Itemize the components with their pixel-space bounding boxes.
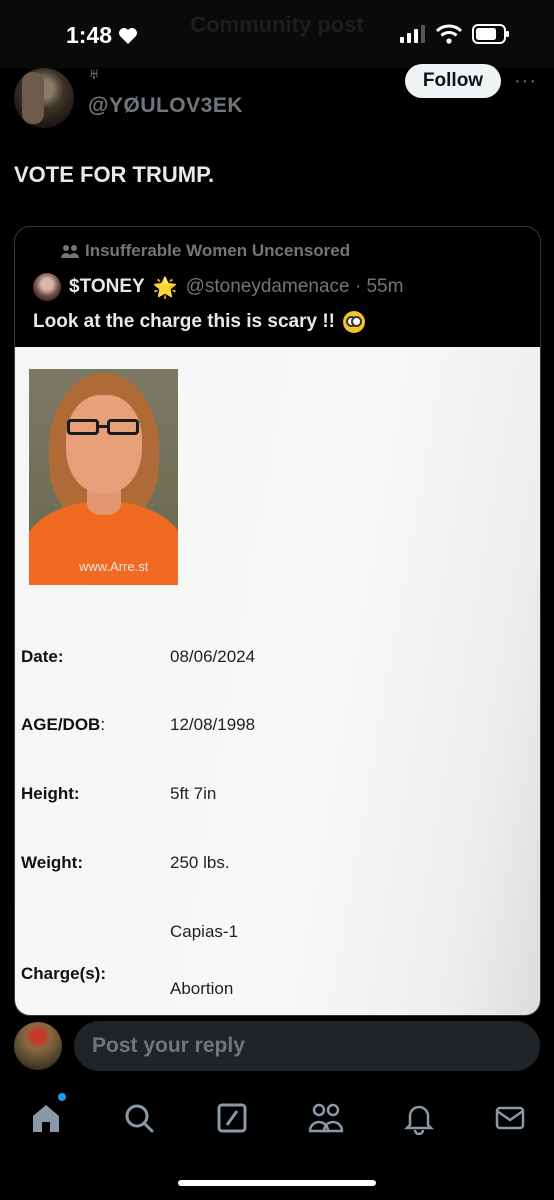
height-label: Height: <box>21 784 80 803</box>
date-label: Date: <box>21 647 64 666</box>
height-value: 5ft 7in <box>170 784 217 803</box>
status-bar: Community post 1:48 <box>0 0 554 68</box>
quoted-author[interactable]: $TONEY 🌟 @stoneydamenace · 55m <box>33 273 403 301</box>
weight-label: Weight: <box>21 853 84 872</box>
grok-icon[interactable] <box>212 1098 252 1138</box>
clock: 1:48 <box>66 22 138 49</box>
community-label[interactable]: Insufferable Women Uncensored <box>61 241 350 261</box>
battery-icon <box>472 24 509 44</box>
quoted-image[interactable]: www.Arre.st Date: 08/06/2024 AGE/DOB: 12… <box>15 347 540 1015</box>
date-value: 08/06/2024 <box>170 647 256 666</box>
reply-input[interactable]: Post your reply <box>74 1021 540 1071</box>
status-icons <box>400 24 510 44</box>
notifications-icon[interactable] <box>399 1098 439 1138</box>
post-text: VOTE FOR TRUMP. <box>14 162 215 187</box>
clock-time: 1:48 <box>66 22 113 48</box>
age-dob-value: 12/08/1998 <box>170 715 256 734</box>
charge-value-1: Capias-1 <box>170 922 239 941</box>
star-icon: 🌟 <box>152 276 178 299</box>
user-avatar[interactable] <box>14 1022 62 1070</box>
search-icon[interactable] <box>119 1098 159 1138</box>
author-avatar[interactable] <box>14 68 74 128</box>
mugshot-photo: www.Arre.st <box>29 369 178 585</box>
charges-label: Charge(s): <box>21 964 107 983</box>
home-icon[interactable] <box>26 1098 66 1138</box>
wifi-icon <box>436 24 462 44</box>
bottom-nav <box>0 1088 554 1148</box>
age-dob-label: AGE/DOB: <box>21 715 106 734</box>
community-name: Insufferable Women Uncensored <box>85 241 351 260</box>
author-handle[interactable]: @YØULOV3EK <box>88 94 243 118</box>
more-options-icon[interactable]: ··· <box>514 70 537 93</box>
display-name-symbol: ♅ <box>88 66 100 83</box>
community-icon <box>61 245 79 258</box>
home-indicator[interactable] <box>178 1180 376 1186</box>
quoted-text: Look at the charge this is scary !! <box>33 311 335 332</box>
messages-icon[interactable] <box>490 1098 530 1138</box>
weight-value: 250 lbs. <box>170 853 230 872</box>
home-notification-dot <box>58 1093 66 1101</box>
quoted-post[interactable]: Insufferable Women Uncensored $TONEY 🌟 @… <box>14 226 541 1016</box>
quoted-display-name: $TONEY <box>69 276 145 297</box>
watermark: www.Arre.st <box>79 559 149 574</box>
quoted-text-row: Look at the charge this is scary !! <box>33 311 365 333</box>
heart-icon <box>119 27 138 44</box>
flushed-face-icon <box>342 311 365 333</box>
communities-icon[interactable] <box>306 1098 346 1138</box>
quoted-avatar[interactable] <box>33 273 61 301</box>
follow-button[interactable]: Follow <box>405 64 501 98</box>
signal-icon <box>400 25 425 43</box>
quoted-username-time: @stoneydamenace · 55m <box>185 276 404 297</box>
charge-value-2: Abortion <box>170 979 234 998</box>
